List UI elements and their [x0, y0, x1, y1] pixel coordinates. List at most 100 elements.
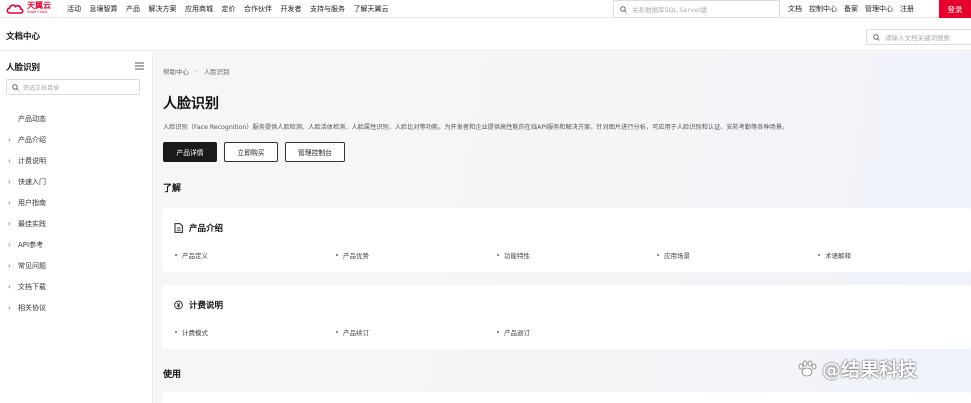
- watermark-text: @结果科技: [822, 359, 918, 381]
- nav-item-activities[interactable]: 活动: [67, 4, 81, 14]
- sidebar-item-doc-download[interactable]: › 文档下载: [8, 281, 46, 293]
- brand-name-en: State Cloud: [27, 10, 48, 15]
- breadcrumb-current: 人脸识别: [203, 68, 230, 76]
- sidebar-item-label: API参考: [18, 241, 44, 249]
- card-title[interactable]: 计费说明: [174, 299, 223, 311]
- chevron-right-icon: ›: [8, 241, 11, 249]
- link-docs[interactable]: 文档: [788, 4, 802, 14]
- bullet-dot: [336, 254, 338, 256]
- watermark: @结果科技: [796, 355, 917, 382]
- card-title[interactable]: 产品介绍: [174, 222, 223, 234]
- chevron-right-icon: ›: [195, 67, 198, 75]
- chevron-right-icon: ›: [8, 199, 11, 207]
- link-product-advantages[interactable]: 产品优势: [336, 250, 369, 260]
- bullet-dot: [336, 331, 338, 333]
- link-label: 产品定义: [182, 252, 208, 260]
- sidebar-item-label: 产品动态: [18, 115, 46, 123]
- link-control-center[interactable]: 控制中心: [809, 4, 837, 14]
- nav-item-developers[interactable]: 开发者: [281, 4, 302, 14]
- chevron-right-icon: ›: [8, 262, 11, 270]
- nav-item-xirang[interactable]: 息壤智算: [90, 4, 118, 14]
- link-use-cases[interactable]: 应用场景: [657, 250, 690, 260]
- top-right-links: 文档 控制中心 备案 管理中心 注册: [788, 0, 921, 18]
- link-renewal[interactable]: 产品续订: [336, 327, 369, 337]
- card-product-intro: 产品介绍 产品定义 产品优势 功能特性 应用场景 术语解释: [162, 208, 971, 272]
- buy-now-button[interactable]: 立即购买: [224, 142, 278, 162]
- nav-item-products[interactable]: 产品: [126, 4, 140, 14]
- top-search-placeholder: 关系数据库SQL Server版: [632, 6, 708, 14]
- link-label: 产品续订: [343, 329, 369, 337]
- sidebar-item-faq[interactable]: › 常见问题: [8, 260, 46, 272]
- bullet-dot: [818, 254, 820, 256]
- link-label: 功能特性: [504, 252, 530, 260]
- sidebar-item-label: 产品介绍: [18, 136, 46, 144]
- link-icp-filing[interactable]: 备案: [844, 4, 858, 14]
- bullet-dot: [175, 254, 177, 256]
- breadcrumb: 帮助中心 › 人脸识别: [163, 66, 230, 76]
- nav-item-solutions[interactable]: 解决方案: [149, 4, 177, 14]
- nav-item-pricing[interactable]: 定价: [222, 4, 236, 14]
- card-title-text: 产品介绍: [189, 224, 224, 234]
- sidebar-item-best-practices[interactable]: › 最佳实践: [8, 218, 46, 230]
- sidebar-item-label: 常见问题: [18, 262, 46, 270]
- sidebar-item-product-news[interactable]: 产品动态: [8, 113, 46, 125]
- link-glossary[interactable]: 术语解释: [818, 250, 851, 260]
- doc-center-title[interactable]: 文档中心: [6, 30, 40, 42]
- doc-center-bar: 文档中心 请输入文档关键词搜索: [0, 19, 971, 51]
- top-search-input[interactable]: 关系数据库SQL Server版: [613, 0, 780, 18]
- chevron-right-icon: ›: [8, 157, 11, 165]
- sidebar-item-user-guide[interactable]: › 用户指南: [8, 197, 46, 209]
- main-content: 帮助中心 › 人脸识别 人脸识别 人脸识别（Face Recognition）服…: [154, 52, 971, 403]
- sidebar-item-label: 最佳实践: [18, 220, 46, 228]
- chevron-right-icon: ›: [8, 283, 11, 291]
- doc-sidebar: 人脸识别 筛选文档目录 产品动态 › 产品介绍 › 计费说明 › 快速入门 › …: [0, 52, 153, 403]
- search-icon: [873, 33, 880, 41]
- sidebar-item-quick-start[interactable]: › 快速入门: [8, 176, 46, 188]
- link-label: 术语解释: [825, 252, 851, 260]
- search-icon: [12, 83, 19, 91]
- chevron-right-icon: ›: [8, 304, 11, 312]
- sidebar-filter-placeholder: 筛选文档目录: [23, 84, 60, 92]
- brand-logo[interactable]: 天翼云 State Cloud: [5, 0, 61, 18]
- link-label: 计费模式: [182, 329, 208, 337]
- menu-collapse-icon[interactable]: [135, 62, 144, 70]
- product-detail-button[interactable]: 产品详情: [163, 142, 217, 162]
- card-billing: 计费说明 计费模式 产品续订 产品退订: [162, 285, 971, 349]
- link-billing-mode[interactable]: 计费模式: [175, 327, 208, 337]
- nav-item-partners[interactable]: 合作伙伴: [244, 4, 272, 14]
- page-title: 人脸识别: [163, 96, 219, 112]
- link-register[interactable]: 注册: [900, 4, 914, 14]
- page-description: 人脸识别（Face Recognition）服务提供人脸检测、人脸活体检测、人脸…: [163, 124, 789, 131]
- bullet-dot: [497, 331, 499, 333]
- link-label: 产品优势: [343, 252, 369, 260]
- doc-search-placeholder: 请输入文档关键词搜索: [885, 34, 950, 42]
- chevron-right-icon: ›: [8, 220, 11, 228]
- nav-item-support[interactable]: 支持与服务: [310, 4, 345, 14]
- link-product-definition[interactable]: 产品定义: [175, 250, 208, 260]
- breadcrumb-help-center[interactable]: 帮助中心: [163, 66, 189, 76]
- login-button[interactable]: 登录: [939, 0, 971, 18]
- sidebar-item-billing[interactable]: › 计费说明: [8, 155, 46, 167]
- sidebar-item-api-reference[interactable]: › API参考: [8, 239, 43, 251]
- doc-search-input[interactable]: 请输入文档关键词搜索: [866, 29, 971, 45]
- sidebar-item-label: 计费说明: [18, 157, 46, 165]
- sidebar-filter-input[interactable]: 筛选文档目录: [6, 79, 140, 95]
- card-usage-preview: [162, 392, 971, 403]
- cloud-logo-icon: [6, 3, 24, 14]
- yuan-icon: [174, 300, 183, 310]
- sidebar-item-product-intro[interactable]: › 产品介绍: [8, 134, 46, 146]
- section-heading-learn: 了解: [163, 184, 182, 194]
- link-unsubscribe[interactable]: 产品退订: [497, 327, 530, 337]
- sidebar-item-label: 相关协议: [18, 304, 46, 312]
- link-features[interactable]: 功能特性: [497, 250, 530, 260]
- bullet-dot: [657, 254, 659, 256]
- chevron-right-icon: ›: [8, 136, 11, 144]
- sidebar-item-label: 快速入门: [18, 178, 46, 186]
- sidebar-item-agreements[interactable]: › 相关协议: [8, 302, 46, 314]
- card-link-list: 产品定义 产品优势 功能特性 应用场景 术语解释: [175, 250, 965, 260]
- sidebar-item-label: 文档下载: [18, 283, 46, 291]
- management-console-button[interactable]: 管理控制台: [285, 142, 345, 162]
- nav-item-about[interactable]: 了解天翼云: [354, 4, 389, 14]
- nav-item-marketplace[interactable]: 应用商城: [185, 4, 213, 14]
- link-management-center[interactable]: 管理中心: [865, 4, 893, 14]
